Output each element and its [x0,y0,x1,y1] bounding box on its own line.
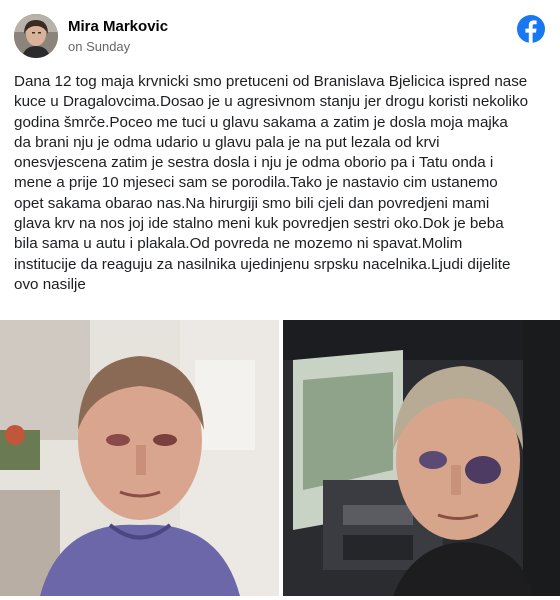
author-avatar[interactable] [14,14,58,58]
photo-older-woman[interactable] [0,320,279,596]
post-photos [0,320,560,600]
post-header: Mira Markovic on Sunday [12,12,548,62]
photo-woman-in-car[interactable] [283,320,560,596]
author-name[interactable]: Mira Markovic [68,18,168,35]
avatar-photo [14,14,58,58]
post-timestamp[interactable]: on Sunday [68,39,130,54]
post-text: Dana 12 tog maja krvnicki smo pretuceni … [14,73,529,293]
facebook-post: Mira Markovic on Sunday Dana 12 tog maja… [0,0,560,600]
facebook-icon[interactable] [516,14,546,44]
